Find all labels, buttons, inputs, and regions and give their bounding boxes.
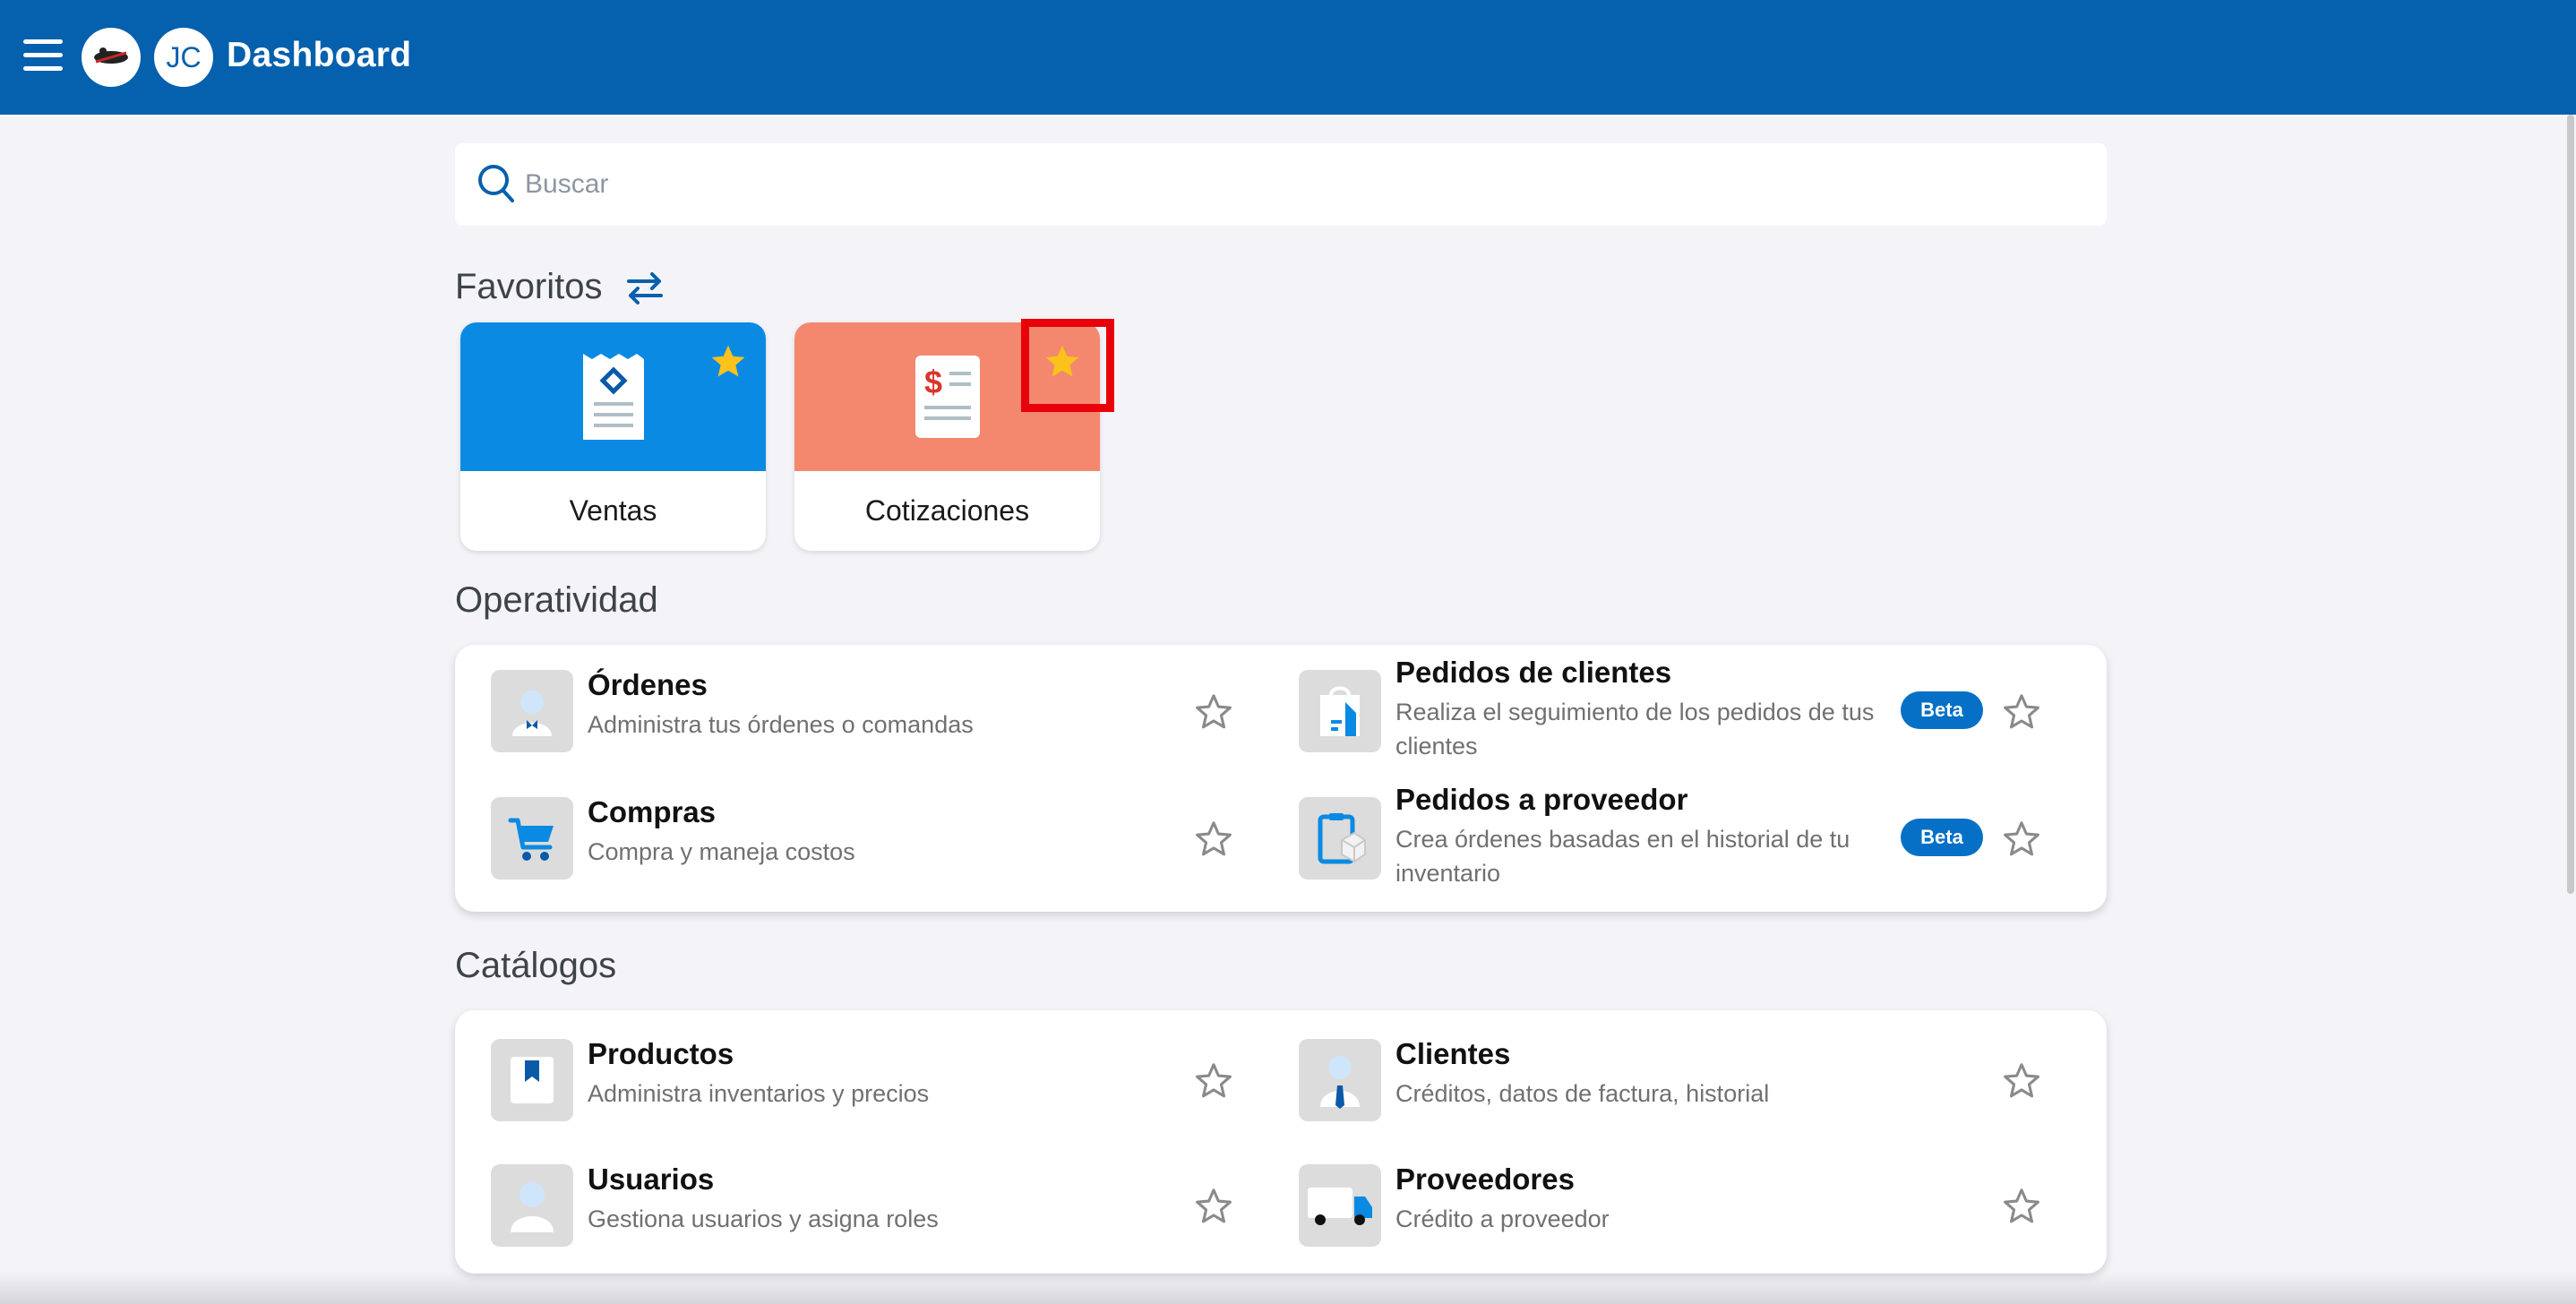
catalogos-panel: Productos Administra inventarios y preci… (455, 1010, 2107, 1274)
list-item-compras[interactable]: Compras Compra y maneja costos (491, 783, 1234, 899)
list-item-clientes[interactable]: Clientes Créditos, datos de factura, his… (1299, 1025, 2042, 1141)
user-avatar[interactable]: JC (154, 28, 213, 87)
item-description: Crédito a proveedor (1395, 1205, 1610, 1232)
star-outline-icon[interactable] (2001, 1186, 2042, 1227)
item-name: Proveedores (1395, 1162, 1575, 1196)
scrollbar[interactable] (2565, 115, 2576, 1304)
client-icon (1299, 1039, 1381, 1121)
item-description: Administra tus órdenes o comandas (588, 711, 974, 738)
item-description: Gestiona usuarios y asigna roles (588, 1205, 939, 1232)
waiter-icon (491, 670, 573, 752)
item-description: Administra inventarios y precios (588, 1080, 930, 1107)
star-filled-icon[interactable] (708, 342, 748, 382)
item-name: Productos (588, 1037, 734, 1070)
item-name: Compras (588, 795, 717, 828)
cart-icon (491, 797, 573, 879)
list-item-usuarios[interactable]: Usuarios Gestiona usuarios y asigna role… (491, 1150, 1234, 1266)
reorder-swap-icon[interactable] (618, 265, 672, 312)
item-name: Órdenes (588, 668, 708, 701)
search-icon (478, 165, 514, 202)
product-tag-icon (491, 1039, 573, 1121)
star-outline-icon[interactable] (1193, 1060, 1234, 1102)
app-bar: JC Dashboard (0, 0, 2576, 115)
operatividad-panel: Órdenes Administra tus órdenes o comanda… (455, 645, 2107, 912)
highlight-box (1021, 319, 1114, 412)
quote-document-icon: $ (914, 356, 980, 438)
catalogos-heading: Catálogos (455, 946, 617, 985)
bottom-shadow (0, 1272, 2576, 1304)
beta-badge: Beta (1901, 691, 1983, 729)
star-outline-icon[interactable] (1193, 691, 1234, 733)
search-bar (455, 143, 2107, 226)
item-description: Crea órdenes basadas en el historial de … (1395, 826, 1850, 887)
favorite-card-ventas[interactable]: Ventas (460, 322, 766, 551)
clipboard-box-icon (1299, 797, 1381, 879)
user-icon (491, 1164, 573, 1247)
svg-text:$: $ (924, 364, 942, 400)
star-outline-icon[interactable] (1193, 1186, 1234, 1227)
list-item-pedidos-proveedor[interactable]: Pedidos a proveedor Crea órdenes basadas… (1299, 783, 2042, 899)
item-name: Pedidos a proveedor (1395, 783, 1688, 816)
shopping-bag-icon (1299, 670, 1381, 752)
favorite-card-label: Ventas (569, 494, 657, 527)
receipt-icon (582, 354, 644, 440)
list-item-pedidos-clientes[interactable]: Pedidos de clientes Realiza el seguimien… (1299, 656, 2042, 772)
scrollbar-thumb[interactable] (2567, 115, 2574, 894)
item-name: Usuarios (588, 1162, 715, 1196)
search-input[interactable] (525, 161, 2048, 208)
page-title: Dashboard (227, 36, 412, 74)
company-logo (82, 28, 141, 87)
operatividad-heading: Operatividad (455, 580, 658, 620)
star-outline-icon[interactable] (2001, 1060, 2042, 1102)
star-outline-icon[interactable] (2001, 691, 2042, 733)
star-outline-icon[interactable] (1193, 819, 1234, 860)
favorite-card-label: Cotizaciones (864, 494, 1030, 527)
list-item-productos[interactable]: Productos Administra inventarios y preci… (491, 1025, 1234, 1141)
menu-icon[interactable] (23, 39, 63, 72)
item-description: Créditos, datos de factura, historial (1395, 1080, 1770, 1107)
list-item-proveedores[interactable]: Proveedores Crédito a proveedor (1299, 1150, 2042, 1266)
item-name: Clientes (1395, 1037, 1511, 1070)
star-outline-icon[interactable] (2001, 819, 2042, 860)
beta-badge: Beta (1901, 819, 1983, 856)
item-name: Pedidos de clientes (1395, 656, 1672, 689)
item-description: Realiza el seguimiento de los pedidos de… (1395, 699, 1875, 759)
favorite-card-banner (460, 322, 766, 471)
item-description: Compra y maneja costos (588, 838, 855, 865)
list-item-ordenes[interactable]: Órdenes Administra tus órdenes o comanda… (491, 656, 1234, 772)
truck-icon (1299, 1164, 1381, 1247)
favorites-heading: Favoritos (455, 267, 603, 306)
